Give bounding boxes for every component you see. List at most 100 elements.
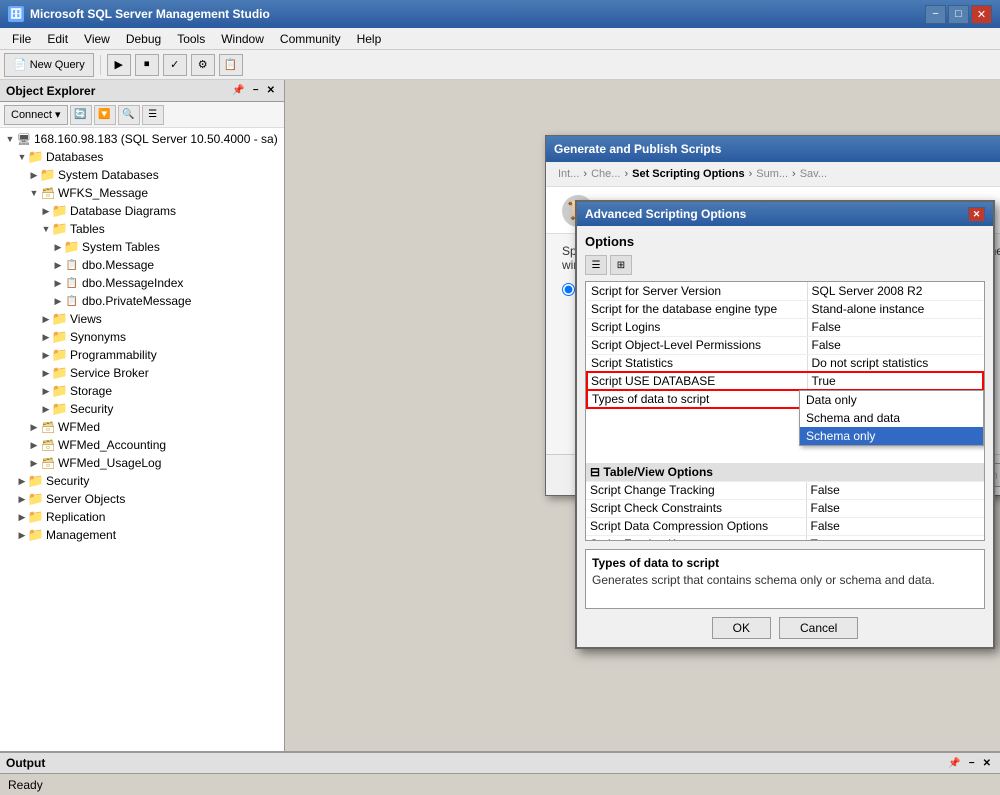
close-button[interactable]: ✕: [971, 5, 992, 24]
output-pin-btn[interactable]: 📌: [945, 757, 963, 770]
row-check-constraints[interactable]: Script Check Constraints False: [586, 499, 984, 517]
tree-item-system-tables[interactable]: ▶ 📁 System Tables: [0, 238, 284, 256]
expander-db-diagrams[interactable]: ▶: [40, 205, 52, 217]
adv-tool-list-btn[interactable]: ☰: [585, 255, 607, 275]
expander-dbo-message[interactable]: ▶: [52, 259, 64, 271]
expander-tables[interactable]: ▼: [40, 223, 52, 235]
tree-item-server[interactable]: ▼ 🖥 168.160.98.183 (SQL Server 10.50.400…: [0, 130, 284, 148]
pin-button[interactable]: 📌: [229, 84, 247, 97]
tree-item-dbo-privatemessage[interactable]: ▶ 📋 dbo.PrivateMessage: [0, 292, 284, 310]
row-script-logins[interactable]: Script Logins False: [587, 318, 983, 336]
row-types-of-data-label: Types of data to script: [587, 390, 807, 408]
row-object-permissions[interactable]: Script Object-Level Permissions False: [587, 336, 983, 354]
oe-refresh-btn[interactable]: 🔄: [70, 105, 92, 125]
expander-views[interactable]: ▶: [40, 313, 52, 325]
row-foreign-keys[interactable]: Script Foreign Keys True: [586, 535, 984, 541]
expander-wfmed[interactable]: ▶: [28, 421, 40, 433]
menu-help[interactable]: Help: [349, 30, 390, 48]
menu-window[interactable]: Window: [213, 30, 272, 48]
expander-security-root[interactable]: ▶: [16, 475, 28, 487]
menu-debug[interactable]: Debug: [118, 30, 169, 48]
save-to-radio[interactable]: [562, 283, 575, 296]
folder-icon-system-dbs: 📁: [40, 167, 56, 183]
expander-programmability[interactable]: ▶: [40, 349, 52, 361]
tree-item-programmability[interactable]: ▶ 📁 Programmability: [0, 346, 284, 364]
tree-item-storage[interactable]: ▶ 📁 Storage: [0, 382, 284, 400]
tree-item-wfmed-accounting[interactable]: ▶ 🗃 WFMed_Accounting: [0, 436, 284, 454]
tree-item-wfmed[interactable]: ▶ 🗃 WFMed: [0, 418, 284, 436]
toolbar-btn-2[interactable]: ⏹: [135, 54, 159, 76]
tree-item-databases[interactable]: ▼ 📁 Databases: [0, 148, 284, 166]
row-engine-type[interactable]: Script for the database engine type Stan…: [587, 300, 983, 318]
output-minimize-btn[interactable]: −: [966, 757, 978, 770]
expander-wfks[interactable]: ▼: [28, 187, 40, 199]
expander-databases[interactable]: ▼: [16, 151, 28, 163]
tree-item-dbo-messageindex[interactable]: ▶ 📋 dbo.MessageIndex: [0, 274, 284, 292]
row-data-compression[interactable]: Script Data Compression Options False: [586, 517, 984, 535]
adv-tool-detail-btn[interactable]: ⊞: [610, 255, 632, 275]
tree-item-service-broker[interactable]: ▶ 📁 Service Broker: [0, 364, 284, 382]
row-change-tracking[interactable]: Script Change Tracking False: [586, 481, 984, 499]
tree-item-db-diagrams[interactable]: ▶ 📁 Database Diagrams: [0, 202, 284, 220]
oe-menu-btn[interactable]: ☰: [142, 105, 164, 125]
expander-synonyms[interactable]: ▶: [40, 331, 52, 343]
menu-file[interactable]: File: [4, 30, 39, 48]
tree-item-views[interactable]: ▶ 📁 Views: [0, 310, 284, 328]
tree-item-wfks[interactable]: ▼ 🗃 WFKS_Message: [0, 184, 284, 202]
tree-item-tables[interactable]: ▼ 📁 Tables: [0, 220, 284, 238]
toolbar-btn-5[interactable]: 📋: [219, 54, 243, 76]
expander-replication[interactable]: ▶: [16, 511, 28, 523]
expander-security-db[interactable]: ▶: [40, 403, 52, 415]
oe-filter-btn[interactable]: 🔽: [94, 105, 116, 125]
tree-item-security-root[interactable]: ▶ 📁 Security: [0, 472, 284, 490]
adv-ok-button[interactable]: OK: [712, 617, 771, 639]
tree-item-management[interactable]: ▶ 📁 Management: [0, 526, 284, 544]
panel-minimize-btn[interactable]: −: [250, 84, 262, 97]
expander-dbo-messageindex[interactable]: ▶: [52, 277, 64, 289]
tree-item-server-objects[interactable]: ▶ 📁 Server Objects: [0, 490, 284, 508]
maximize-button[interactable]: □: [948, 5, 969, 24]
dropdown-data-only[interactable]: Data only: [800, 391, 983, 409]
expander-system-tables[interactable]: ▶: [52, 241, 64, 253]
toolbar-btn-4[interactable]: ⚙: [191, 54, 215, 76]
panel-close-btn[interactable]: ✕: [264, 84, 278, 97]
tree-item-security-db[interactable]: ▶ 📁 Security: [0, 400, 284, 418]
menu-community[interactable]: Community: [272, 30, 349, 48]
row-server-version[interactable]: Script for Server Version SQL Server 200…: [587, 282, 983, 300]
menu-view[interactable]: View: [76, 30, 118, 48]
expander-system-dbs[interactable]: ▶: [28, 169, 40, 181]
output-close-btn[interactable]: ✕: [980, 757, 994, 770]
tree-item-replication[interactable]: ▶ 📁 Replication: [0, 508, 284, 526]
expander-server[interactable]: ▼: [4, 133, 16, 145]
toolbar-btn-3[interactable]: ✓: [163, 54, 187, 76]
row-server-version-label: Script for Server Version: [587, 282, 807, 300]
tree-item-system-dbs[interactable]: ▶ 📁 System Databases: [0, 166, 284, 184]
minimize-button[interactable]: −: [925, 5, 946, 24]
row-use-database[interactable]: Script USE DATABASE True: [587, 372, 983, 390]
expander-storage[interactable]: ▶: [40, 385, 52, 397]
dropdown-schema-and-data[interactable]: Schema and data: [800, 409, 983, 427]
expander-service-broker[interactable]: ▶: [40, 367, 52, 379]
tree-item-dbo-message[interactable]: ▶ 📋 dbo.Message: [0, 256, 284, 274]
tree-item-synonyms[interactable]: ▶ 📁 Synonyms: [0, 328, 284, 346]
toolbar-btn-1[interactable]: ▶: [107, 54, 131, 76]
expander-server-objects[interactable]: ▶: [16, 493, 28, 505]
expander-dbo-privatemessage[interactable]: ▶: [52, 295, 64, 307]
dropdown-schema-only[interactable]: Schema only: [800, 427, 983, 445]
expander-wfmed-usagelog[interactable]: ▶: [28, 457, 40, 469]
db-icon-wfmed-accounting: 🗃: [40, 437, 56, 453]
new-query-button[interactable]: 📄 New Query: [4, 53, 94, 77]
folder-icon-systables: 📁: [64, 239, 80, 255]
folder-icon: 📁: [28, 149, 44, 165]
expander-management[interactable]: ▶: [16, 529, 28, 541]
tree-item-wfmed-usagelog[interactable]: ▶ 🗃 WFMed_UsageLog: [0, 454, 284, 472]
menu-edit[interactable]: Edit: [39, 30, 76, 48]
adv-cancel-button[interactable]: Cancel: [779, 617, 858, 639]
row-statistics[interactable]: Script Statistics Do not script statisti…: [587, 354, 983, 372]
oe-search-btn[interactable]: 🔍: [118, 105, 140, 125]
menu-bar: File Edit View Debug Tools Window Commun…: [0, 28, 1000, 50]
expander-wfmed-accounting[interactable]: ▶: [28, 439, 40, 451]
menu-tools[interactable]: Tools: [169, 30, 213, 48]
advanced-close-btn[interactable]: ✕: [968, 207, 985, 222]
connect-button[interactable]: Connect ▾: [4, 105, 68, 125]
